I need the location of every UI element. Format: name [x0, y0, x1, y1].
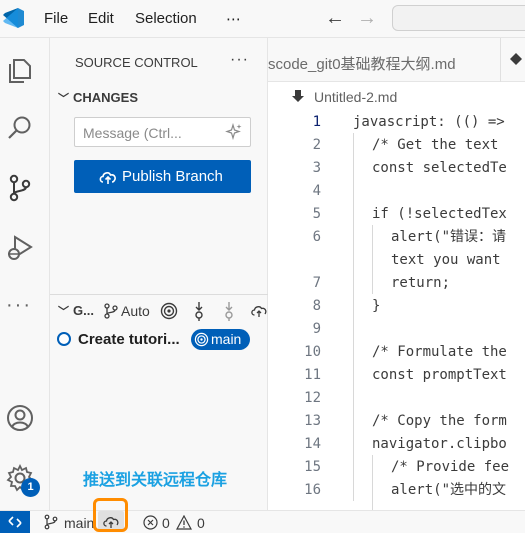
code-line: /* Get the text: [372, 137, 499, 153]
line-number: 12: [304, 390, 321, 406]
section-divider: [50, 294, 268, 295]
commit-message-placeholder: Message (Ctrl...: [83, 125, 182, 141]
changes-label: CHANGES: [73, 90, 139, 105]
error-icon[interactable]: [143, 515, 158, 530]
remote-icon: [8, 516, 22, 528]
code-line: alert("错误：请: [391, 229, 507, 245]
arrow-right-icon[interactable]: →: [357, 6, 377, 30]
line-number: 2: [312, 137, 321, 153]
indent-guide: [372, 225, 373, 294]
editor-tab-bar: scode_git0基础教程大纲.md: [268, 38, 525, 82]
tab-outline-doc[interactable]: scode_git0基础教程大纲.md: [268, 53, 456, 74]
command-center[interactable]: [392, 5, 525, 31]
search-icon[interactable]: [4, 112, 36, 144]
menu-selection[interactable]: Selection: [135, 10, 197, 27]
branch-tag: main: [191, 329, 250, 350]
commit-message: Create tutori...: [78, 331, 180, 348]
line-number-gutter: 1 2 3 4 5 6 7 8 9 10 11 12 13 14 15 16: [268, 110, 348, 510]
chevron-down-icon: ﹀: [58, 306, 69, 318]
run-debug-icon[interactable]: [4, 232, 36, 264]
code-line: navigator.clipbo: [372, 436, 507, 452]
line-number: 8: [312, 298, 321, 314]
source-control-icon[interactable]: [4, 172, 36, 204]
menu-file[interactable]: File: [44, 10, 68, 27]
code-line: text you want: [391, 252, 501, 268]
code-line: alert("选中的文: [391, 482, 507, 498]
sidebar-title: SOURCE CONTROL: [75, 55, 198, 70]
remote-indicator[interactable]: [0, 511, 30, 533]
cloud-upload-icon: [99, 172, 116, 184]
more-icon[interactable]: ···: [6, 294, 32, 317]
arrow-left-icon[interactable]: ←: [325, 6, 345, 30]
code-line: /* Formulate the: [372, 344, 507, 360]
markdown-down-arrow-icon: [292, 90, 304, 102]
code-line: javascript: (() =>: [353, 114, 505, 130]
code-line: const selectedTe: [372, 160, 507, 176]
fetch-icon[interactable]: [190, 301, 208, 321]
cloud-upload-icon[interactable]: [250, 302, 268, 320]
line-number: 6: [312, 229, 321, 245]
line-number: 16: [304, 482, 321, 498]
warning-count: 0: [197, 515, 205, 531]
error-count: 0: [162, 515, 170, 531]
status-branch-label[interactable]: main: [64, 515, 94, 531]
breadcrumb: Untitled-2.md: [268, 82, 525, 110]
tab-separator: [500, 38, 501, 82]
warning-icon[interactable]: [176, 515, 192, 530]
account-icon[interactable]: [4, 402, 36, 434]
line-number: 7: [312, 275, 321, 291]
indent-guide: [372, 455, 373, 510]
line-number: 5: [312, 206, 321, 222]
graph-label: G...: [73, 303, 94, 318]
code-line: /* Provide fee: [391, 459, 510, 475]
target-icon: [194, 332, 209, 347]
branch-tag-label: main: [211, 331, 242, 347]
line-number: 13: [304, 413, 321, 429]
changes-section-header[interactable]: ﹀ CHANGES: [58, 90, 138, 106]
indent-guide: [353, 133, 354, 501]
chevron-down-icon: ﹀: [58, 93, 69, 105]
graph-commit-row[interactable]: Create tutori... main: [56, 329, 261, 351]
line-number: 1: [312, 114, 321, 130]
target-icon[interactable]: [160, 302, 178, 320]
vscode-logo-icon: [3, 8, 24, 28]
line-number: 10: [304, 344, 321, 360]
menu-more[interactable]: ⋯: [226, 10, 241, 28]
line-number: 14: [304, 436, 321, 452]
title-bar: File Edit Selection ⋯ ← →: [0, 0, 525, 38]
code-editor[interactable]: javascript: (() => /* Get the text const s…: [348, 110, 525, 510]
annotation-text: 推送到关联远程仓库: [83, 472, 228, 489]
commit-node-icon: [57, 332, 71, 346]
branch-icon[interactable]: [102, 302, 120, 320]
line-number: 15: [304, 459, 321, 475]
branch-icon[interactable]: [43, 514, 59, 530]
code-line: if (!selectedTex: [372, 206, 507, 222]
graph-auto-label[interactable]: Auto: [121, 303, 150, 319]
explorer-icon[interactable]: [4, 54, 36, 86]
status-bar: main 0 0: [0, 498, 525, 533]
pull-icon[interactable]: [220, 301, 238, 321]
line-number: 11: [304, 367, 321, 383]
publish-branch-button[interactable]: Publish Branch: [74, 160, 251, 193]
code-line: }: [372, 298, 381, 314]
code-line: return;: [391, 275, 451, 291]
highlight-box: [93, 498, 128, 532]
code-line: const promptText: [372, 367, 507, 383]
sidebar-more-icon[interactable]: ···: [230, 51, 249, 69]
menu-edit[interactable]: Edit: [88, 10, 114, 27]
activity-bar: ··· 1: [0, 38, 50, 510]
source-control-sidebar: SOURCE CONTROL ··· ﹀ CHANGES Message (Ctr…: [50, 38, 268, 510]
line-number: 3: [312, 160, 321, 176]
line-number: 9: [312, 321, 321, 337]
breadcrumb-file[interactable]: Untitled-2.md: [314, 89, 397, 105]
settings-badge: 1: [21, 478, 40, 497]
markdown-diamond-icon[interactable]: [510, 53, 522, 65]
code-line: /* Copy the form: [372, 413, 507, 429]
sparkle-icon[interactable]: [225, 123, 243, 141]
publish-branch-label: Publish Branch: [122, 168, 223, 185]
graph-section-header[interactable]: ﹀ G...: [58, 303, 94, 319]
commit-message-input[interactable]: Message (Ctrl...: [74, 117, 251, 147]
line-number: 4: [312, 183, 321, 199]
